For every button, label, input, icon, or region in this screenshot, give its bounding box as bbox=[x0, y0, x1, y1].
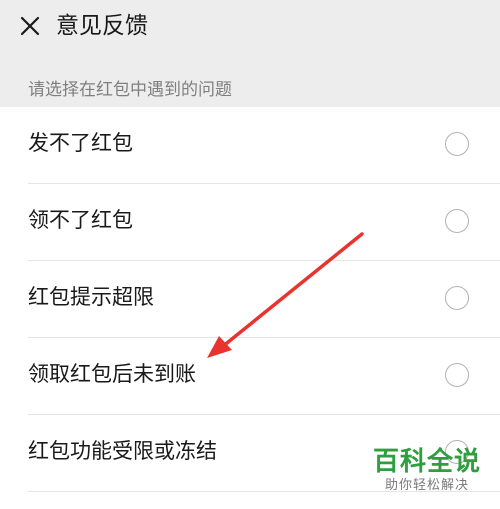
close-icon bbox=[20, 16, 40, 36]
watermark-logo: 百科全说 助你轻松解决 bbox=[368, 447, 486, 501]
option-label: 红包提示超限 bbox=[28, 285, 154, 309]
option-label: 领不了红包 bbox=[28, 208, 133, 232]
radio-button[interactable] bbox=[445, 286, 469, 310]
radio-button[interactable] bbox=[445, 209, 469, 233]
option-label: 领取红包后未到账 bbox=[28, 362, 196, 386]
option-row-4[interactable]: 领取红包后未到账 bbox=[0, 338, 500, 415]
close-button[interactable] bbox=[16, 12, 44, 40]
radio-button[interactable] bbox=[445, 363, 469, 387]
watermark-main-text: 百科全说 bbox=[372, 447, 481, 477]
option-label: 发不了红包 bbox=[28, 131, 133, 155]
watermark-sub-text: 助你轻松解决 bbox=[384, 478, 469, 493]
header-bar: 意见反馈 bbox=[0, 0, 500, 54]
option-row-3[interactable]: 红包提示超限 bbox=[0, 261, 500, 338]
option-row-2[interactable]: 领不了红包 bbox=[0, 184, 500, 261]
option-label: 红包功能受限或冻结 bbox=[28, 439, 217, 463]
radio-button[interactable] bbox=[445, 132, 469, 156]
section-label: 请选择在红包中遇到的问题 bbox=[28, 80, 232, 100]
option-row-1[interactable]: 发不了红包 bbox=[0, 107, 500, 184]
page-title: 意见反馈 bbox=[56, 13, 148, 39]
